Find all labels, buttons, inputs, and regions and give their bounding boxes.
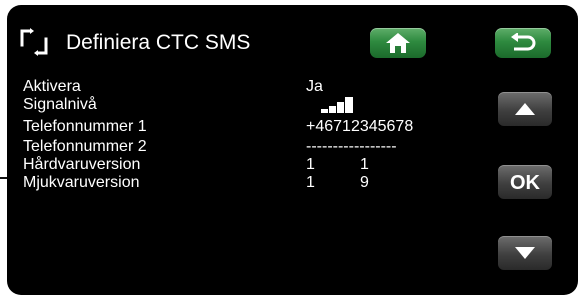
row-value-hardvaruversion-minor: 1 bbox=[360, 156, 369, 173]
row-label-signalniva: Signalnivå bbox=[23, 96, 97, 113]
row-value-mjukvaruversion-major: 1 bbox=[306, 174, 315, 191]
back-button[interactable] bbox=[495, 28, 551, 58]
ok-button-label: OK bbox=[510, 172, 540, 194]
row-value-hardvaruversion-major: 1 bbox=[306, 156, 315, 173]
row-value-telefonnummer-2[interactable]: ----------------- bbox=[306, 138, 397, 156]
scroll-down-button[interactable] bbox=[498, 236, 552, 270]
home-icon bbox=[386, 33, 410, 53]
page-title: Definiera CTC SMS bbox=[66, 31, 251, 54]
row-label-hardvaruversion: Hårdvaruversion bbox=[23, 156, 141, 173]
arrow-up-icon bbox=[515, 103, 535, 115]
ok-button[interactable]: OK bbox=[498, 165, 552, 199]
scroll-up-button[interactable] bbox=[498, 92, 552, 126]
row-label-aktivera: Aktivera bbox=[23, 78, 81, 95]
refresh-brackets-icon bbox=[20, 28, 48, 56]
arrow-down-icon bbox=[515, 247, 535, 259]
row-label-telefonnummer-1: Telefonnummer 1 bbox=[23, 118, 147, 135]
signal-strength-icon bbox=[321, 97, 353, 113]
row-value-mjukvaruversion-minor: 9 bbox=[360, 174, 369, 191]
back-arrow-icon bbox=[511, 33, 536, 51]
row-label-mjukvaruversion: Mjukvaruversion bbox=[23, 174, 140, 191]
display-screen: Definiera CTC SMS Aktivera Ja Signalnivå… bbox=[7, 5, 578, 295]
home-button[interactable] bbox=[370, 28, 426, 58]
row-label-telefonnummer-2: Telefonnummer 2 bbox=[23, 138, 147, 155]
row-value-telefonnummer-1[interactable]: +46712345678 bbox=[306, 118, 413, 136]
